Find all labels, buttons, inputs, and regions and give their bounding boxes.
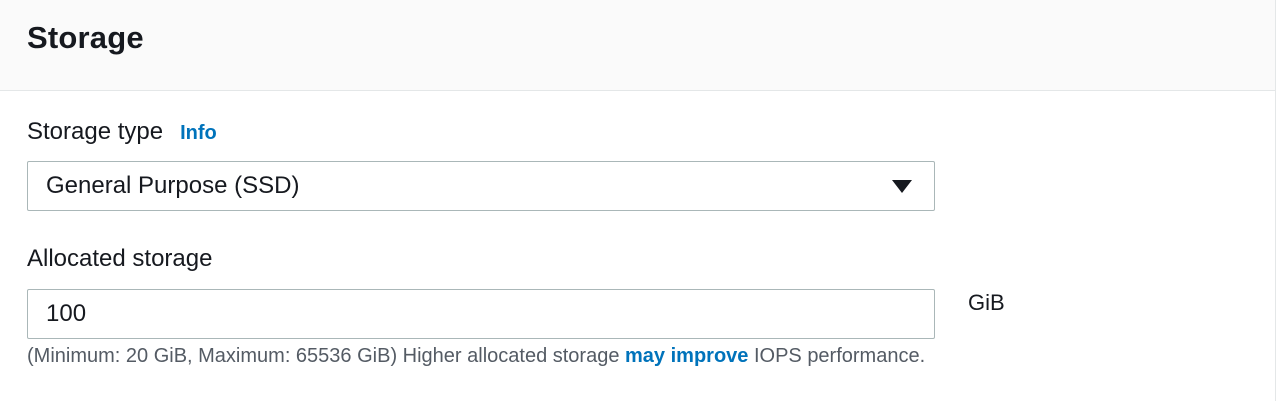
hint-suffix: IOPS performance.	[748, 345, 926, 367]
section-title: Storage	[27, 20, 144, 55]
storage-type-label-row: Storage type Info	[27, 118, 217, 146]
may-improve-link[interactable]: may improve	[625, 345, 748, 367]
allocated-storage-hint: (Minimum: 20 GiB, Maximum: 65536 GiB) Hi…	[27, 345, 925, 368]
allocated-storage-label-row: Allocated storage	[27, 245, 212, 273]
storage-type-label: Storage type	[27, 118, 164, 145]
storage-panel: Storage Storage type Info General Purpos…	[0, 0, 1276, 401]
hint-prefix: (Minimum: 20 GiB, Maximum: 65536 GiB) Hi…	[27, 345, 626, 367]
storage-type-selected-value: General Purpose (SSD)	[46, 172, 300, 199]
storage-type-select[interactable]: General Purpose (SSD)	[27, 161, 935, 211]
allocated-storage-input[interactable]	[27, 289, 935, 339]
allocated-storage-label: Allocated storage	[27, 245, 213, 272]
storage-unit-label: GiB	[968, 290, 1005, 315]
caret-down-icon	[892, 180, 912, 193]
panel-header: Storage	[0, 0, 1275, 91]
storage-type-info-link[interactable]: Info	[180, 122, 217, 145]
